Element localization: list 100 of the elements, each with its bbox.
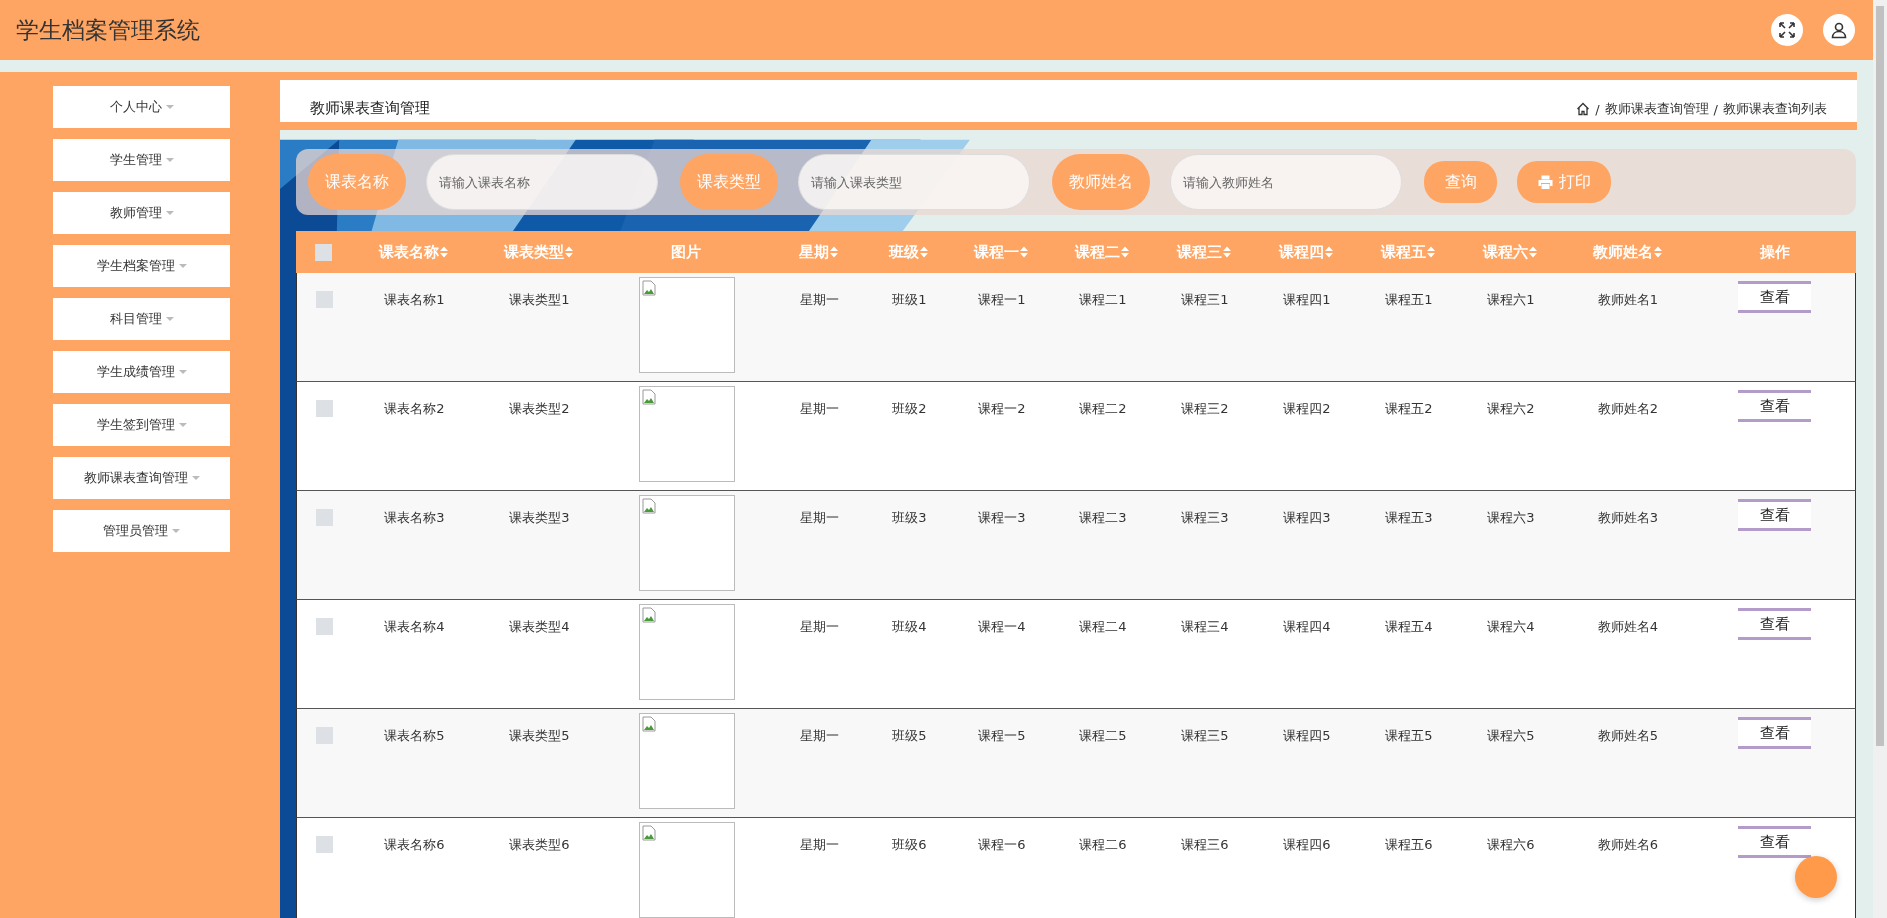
broken-image-icon <box>639 386 735 482</box>
table-cell: 课程五5 <box>1385 727 1433 745</box>
table-cell: 课程五3 <box>1385 509 1433 527</box>
table-cell: 课程五6 <box>1385 836 1433 854</box>
table-cell: 课表名称5 <box>384 727 445 745</box>
broken-image-icon <box>639 277 735 373</box>
scrollbar[interactable] <box>1873 0 1887 918</box>
broken-image-icon <box>639 495 735 591</box>
view-button[interactable]: 查看 <box>1738 717 1811 749</box>
table-cell: 课程六3 <box>1487 509 1535 527</box>
sidebar-item[interactable]: 科目管理 <box>53 298 230 340</box>
table-cell: 课程三2 <box>1181 400 1229 418</box>
table-cell: 教师姓名5 <box>1597 727 1659 745</box>
table-cell: 课程一6 <box>978 836 1026 854</box>
search-field[interactable]: 请输入教师姓名 <box>1170 154 1402 210</box>
select-all-checkbox[interactable] <box>315 243 332 261</box>
field-label: 课表名称 <box>308 154 406 210</box>
user-icon[interactable] <box>1823 14 1855 46</box>
table-cell: 教师姓名4 <box>1597 618 1659 636</box>
sort-icon[interactable] <box>830 246 838 258</box>
breadcrumb-link[interactable]: 教师课表查询管理 <box>1604 100 1709 118</box>
table-cell: 课程四3 <box>1283 509 1331 527</box>
sidebar-item[interactable]: 管理员管理 <box>53 510 230 552</box>
row-checkbox[interactable] <box>316 727 333 744</box>
sort-icon[interactable] <box>1223 246 1231 258</box>
row-checkbox[interactable] <box>316 836 333 853</box>
search-field[interactable]: 请输入课表类型 <box>798 154 1030 210</box>
breadcrumb-link[interactable]: 教师课表查询列表 <box>1723 100 1827 118</box>
sort-icon[interactable] <box>1020 246 1028 258</box>
row-checkbox[interactable] <box>316 291 333 308</box>
table-cell: 课程二5 <box>1079 727 1127 745</box>
table-cell: 教师姓名6 <box>1597 836 1659 854</box>
table-cell: 教师姓名3 <box>1597 509 1659 527</box>
table-cell: 班级1 <box>892 291 927 309</box>
table-cell: 课程四1 <box>1283 291 1331 309</box>
table-cell: 课程二6 <box>1079 836 1127 854</box>
table-cell: 课程一4 <box>978 618 1026 636</box>
field-label: 课表类型 <box>680 154 778 210</box>
view-button[interactable]: 查看 <box>1738 281 1811 313</box>
table-cell: 课程五4 <box>1385 618 1433 636</box>
row-checkbox[interactable] <box>316 618 333 635</box>
table-cell: 课程三5 <box>1181 727 1229 745</box>
row-checkbox[interactable] <box>316 509 333 526</box>
page-title: 教师课表查询管理 <box>310 99 430 118</box>
row-checkbox[interactable] <box>316 400 333 417</box>
table-cell: 课程三4 <box>1181 618 1229 636</box>
table-cell: 星期一 <box>800 291 839 309</box>
table-cell: 课表名称4 <box>384 618 445 636</box>
table-cell: 课程一2 <box>978 400 1026 418</box>
column-header: 操作 <box>1759 242 1790 262</box>
home-icon[interactable] <box>1576 102 1591 116</box>
view-button[interactable]: 查看 <box>1738 608 1811 640</box>
printer-icon <box>1537 175 1553 189</box>
table-cell: 课表类型5 <box>509 727 570 745</box>
table-cell: 课表名称1 <box>384 291 445 309</box>
sidebar-item[interactable]: 个人中心 <box>53 86 230 128</box>
table-cell: 课表类型2 <box>509 400 570 418</box>
sort-icon[interactable] <box>1325 246 1333 258</box>
table-cell: 班级5 <box>892 727 927 745</box>
view-button[interactable]: 查看 <box>1738 390 1811 422</box>
fullscreen-icon[interactable] <box>1771 14 1803 46</box>
breadcrumb-separator: / <box>1595 101 1600 117</box>
sort-icon[interactable] <box>1427 246 1435 258</box>
table-cell: 课程五1 <box>1385 291 1433 309</box>
sidebar-item[interactable]: 学生管理 <box>53 139 230 181</box>
sort-icon[interactable] <box>1529 246 1537 258</box>
sort-icon[interactable] <box>440 246 448 258</box>
breadcrumb-separator: / <box>1713 101 1718 117</box>
view-button[interactable]: 查看 <box>1738 499 1811 531</box>
table-cell: 课程六1 <box>1487 291 1535 309</box>
sort-icon[interactable] <box>565 246 573 258</box>
table-cell: 课程一1 <box>978 291 1026 309</box>
table-cell: 课程四2 <box>1283 400 1331 418</box>
table-cell: 课程六4 <box>1487 618 1535 636</box>
sidebar-item[interactable]: 教师课表查询管理 <box>53 457 230 499</box>
table-cell: 课程二3 <box>1079 509 1127 527</box>
sort-icon[interactable] <box>1121 246 1129 258</box>
table-cell: 班级3 <box>892 509 927 527</box>
table-cell: 星期一 <box>800 618 839 636</box>
sort-icon[interactable] <box>1653 246 1662 258</box>
table-cell: 星期一 <box>800 727 839 745</box>
table-cell: 课表类型1 <box>509 291 570 309</box>
table-cell: 课程一5 <box>978 727 1026 745</box>
table-cell: 课表名称6 <box>384 836 445 854</box>
broken-image-icon <box>639 713 735 809</box>
sidebar-item[interactable]: 学生成绩管理 <box>53 351 230 393</box>
table-cell: 课程四5 <box>1283 727 1331 745</box>
table-cell: 课表名称2 <box>384 400 445 418</box>
table-cell: 课程二2 <box>1079 400 1127 418</box>
table-cell: 课程六2 <box>1487 400 1535 418</box>
sidebar-item[interactable]: 教师管理 <box>53 192 230 234</box>
table-cell: 教师姓名1 <box>1597 291 1659 309</box>
table-cell: 课程四6 <box>1283 836 1331 854</box>
search-field[interactable]: 请输入课表名称 <box>426 154 658 210</box>
table-cell: 课程六5 <box>1487 727 1535 745</box>
table-cell: 班级6 <box>892 836 927 854</box>
table-cell: 课程三3 <box>1181 509 1229 527</box>
sidebar-item[interactable]: 学生档案管理 <box>53 245 230 287</box>
sidebar-item[interactable]: 学生签到管理 <box>53 404 230 446</box>
view-button[interactable]: 查看 <box>1738 826 1811 858</box>
